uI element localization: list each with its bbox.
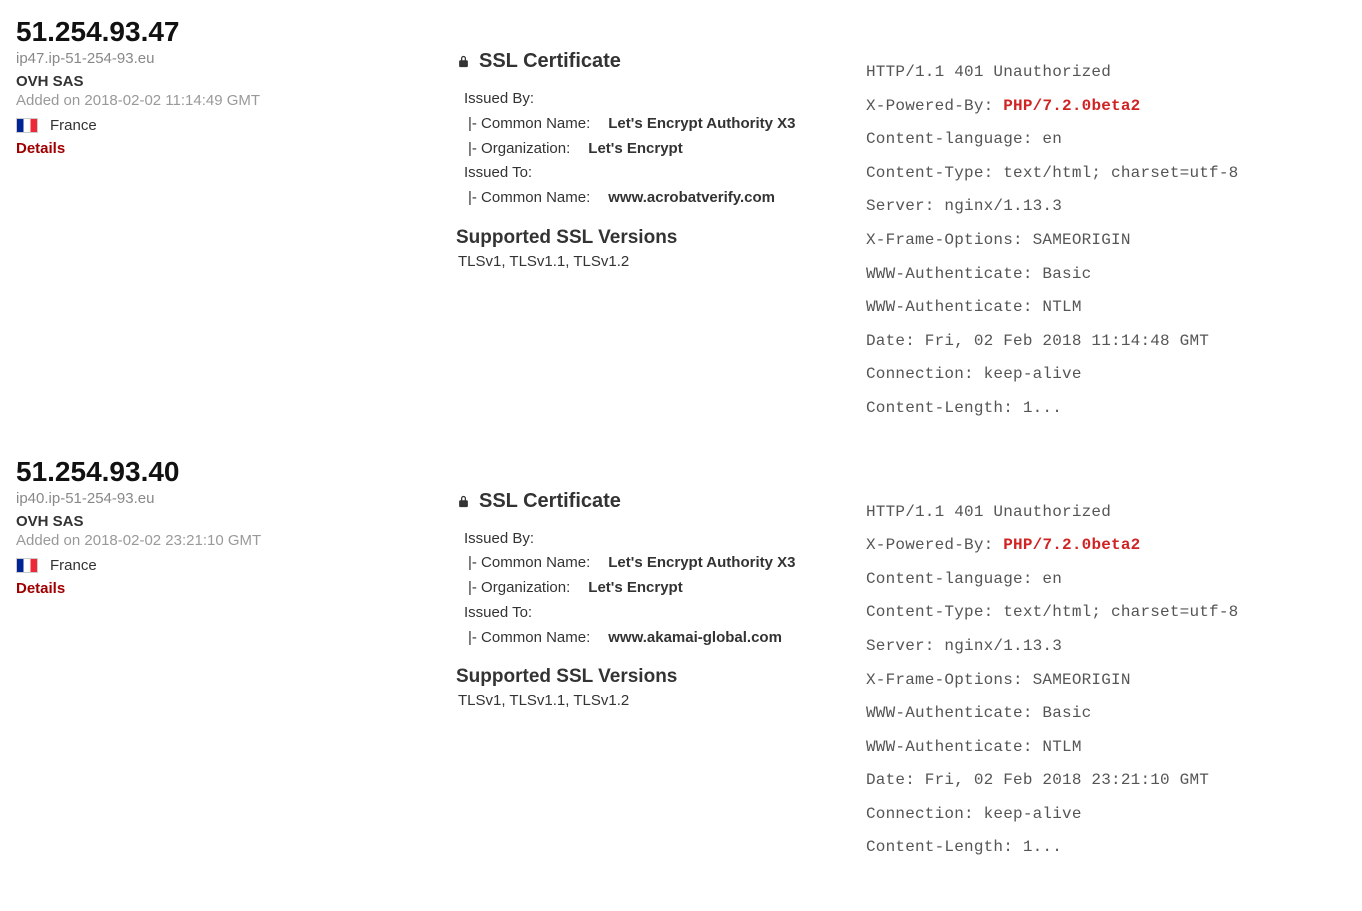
country-row: France: [16, 117, 426, 134]
ip-address: 51.254.93.40: [16, 456, 426, 488]
issued-to-cn: |- Common Name: www.acrobatverify.com: [464, 186, 836, 211]
issued-by-cn-label: |- Common Name:: [468, 112, 590, 137]
ssl-versions-heading: Supported SSL Versions: [456, 227, 836, 249]
ssl-versions: TLSv1, TLSv1.1, TLSv1.2: [456, 692, 836, 709]
issued-by-cn-label: |- Common Name:: [468, 551, 590, 576]
details-link[interactable]: Details: [16, 580, 65, 597]
http-headers: HTTP/1.1 401 Unauthorized X-Powered-By: …: [866, 456, 1346, 866]
lock-icon: [456, 54, 471, 69]
added-timestamp: Added on 2018-02-02 11:14:49 GMT: [16, 92, 426, 109]
http-headers-rest: Content-language: en Content-Type: text/…: [866, 130, 1238, 417]
ssl-heading-text: SSL Certificate: [479, 490, 621, 513]
ssl-heading: SSL Certificate: [456, 490, 836, 513]
issued-by-org: |- Organization: Let's Encrypt: [464, 576, 836, 601]
issued-to-cn: |- Common Name: www.akamai-global.com: [464, 626, 836, 651]
result-row: 51.254.93.47 ip47.ip-51-254-93.eu OVH SA…: [16, 16, 1346, 426]
hostname: ip47.ip-51-254-93.eu: [16, 50, 426, 67]
details-link[interactable]: Details: [16, 140, 65, 157]
issued-by-cn-value: Let's Encrypt Authority X3: [608, 112, 795, 137]
http-headers-column: HTTP/1.1 401 Unauthorized X-Powered-By: …: [866, 16, 1346, 426]
issued-by-org-label: |- Organization:: [468, 137, 570, 162]
ssl-column: SSL Certificate Issued By: |- Common Nam…: [456, 456, 856, 866]
result-summary: 51.254.93.40 ip40.ip-51-254-93.eu OVH SA…: [16, 456, 446, 866]
issued-to-cn-value: www.acrobatverify.com: [608, 186, 775, 211]
x-powered-by-label: X-Powered-By:: [866, 97, 1003, 115]
http-headers: HTTP/1.1 401 Unauthorized X-Powered-By: …: [866, 16, 1346, 426]
ssl-body: Issued By: |- Common Name: Let's Encrypt…: [456, 521, 836, 657]
issued-to-label: Issued To:: [464, 601, 836, 626]
issued-to-cn-label: |- Common Name:: [468, 626, 590, 651]
issued-by-label: Issued By:: [464, 87, 836, 112]
ssl-body: Issued By: |- Common Name: Let's Encrypt…: [456, 81, 836, 217]
issued-by-org-value: Let's Encrypt: [588, 576, 682, 601]
ssl-heading-text: SSL Certificate: [479, 50, 621, 73]
hostname: ip40.ip-51-254-93.eu: [16, 490, 426, 507]
ssl-column: SSL Certificate Issued By: |- Common Nam…: [456, 16, 856, 426]
ip-address: 51.254.93.47: [16, 16, 426, 48]
http-headers-column: HTTP/1.1 401 Unauthorized X-Powered-By: …: [866, 456, 1346, 866]
country-name: France: [50, 557, 97, 574]
issued-by-org: |- Organization: Let's Encrypt: [464, 137, 836, 162]
http-status: HTTP/1.1 401 Unauthorized: [866, 503, 1111, 521]
x-powered-by-value: PHP/7.2.0beta2: [1003, 97, 1140, 115]
flag-france-icon: [16, 558, 38, 573]
ssl-versions-heading: Supported SSL Versions: [456, 666, 836, 688]
issued-by-label: Issued By:: [464, 527, 836, 552]
organization: OVH SAS: [16, 513, 426, 530]
http-status: HTTP/1.1 401 Unauthorized: [866, 63, 1111, 81]
ssl-versions: TLSv1, TLSv1.1, TLSv1.2: [456, 253, 836, 270]
http-headers-rest: Content-language: en Content-Type: text/…: [866, 570, 1238, 857]
country-row: France: [16, 557, 426, 574]
issued-by-cn: |- Common Name: Let's Encrypt Authority …: [464, 551, 836, 576]
ssl-heading: SSL Certificate: [456, 50, 836, 73]
x-powered-by-value: PHP/7.2.0beta2: [1003, 536, 1140, 554]
x-powered-by-label: X-Powered-By:: [866, 536, 1003, 554]
result-summary: 51.254.93.47 ip47.ip-51-254-93.eu OVH SA…: [16, 16, 446, 426]
issued-by-cn-value: Let's Encrypt Authority X3: [608, 551, 795, 576]
organization: OVH SAS: [16, 73, 426, 90]
issued-to-cn-label: |- Common Name:: [468, 186, 590, 211]
issued-to-label: Issued To:: [464, 161, 836, 186]
issued-by-org-label: |- Organization:: [468, 576, 570, 601]
issued-by-org-value: Let's Encrypt: [588, 137, 682, 162]
country-name: France: [50, 117, 97, 134]
result-row: 51.254.93.40 ip40.ip-51-254-93.eu OVH SA…: [16, 456, 1346, 866]
lock-icon: [456, 494, 471, 509]
flag-france-icon: [16, 118, 38, 133]
added-timestamp: Added on 2018-02-02 23:21:10 GMT: [16, 532, 426, 549]
issued-to-cn-value: www.akamai-global.com: [608, 626, 782, 651]
issued-by-cn: |- Common Name: Let's Encrypt Authority …: [464, 112, 836, 137]
